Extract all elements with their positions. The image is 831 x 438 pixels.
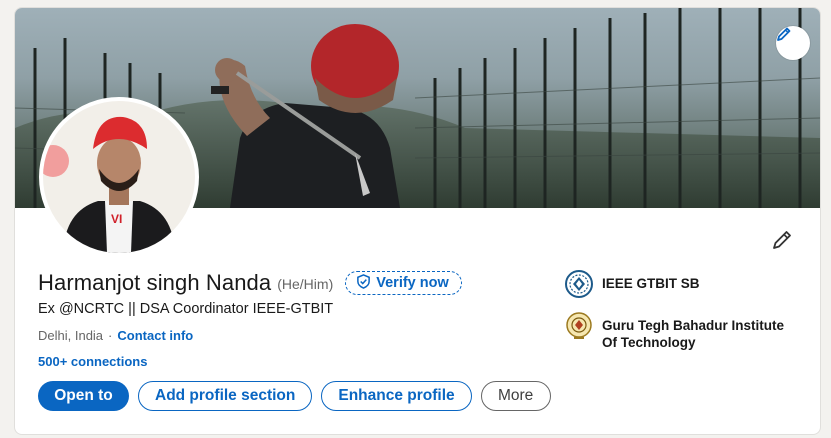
verify-button[interactable]: Verify now — [345, 271, 462, 295]
separator-dot: · — [108, 328, 113, 343]
profile-card: VI Harmanjot singh Nanda (He/Him) Verify… — [14, 7, 821, 435]
pronouns: (He/Him) — [277, 276, 334, 292]
action-buttons: Open to Add profile section Enhance prof… — [38, 381, 560, 411]
profile-edit-button[interactable] — [767, 227, 797, 257]
org-item-ieee[interactable]: IEEE GTBIT SB — [565, 270, 792, 298]
more-button[interactable]: More — [480, 381, 551, 411]
org-item-gtbit[interactable]: Guru Tegh Bahadur Institute Of Technolog… — [565, 312, 792, 351]
open-to-button[interactable]: Open to — [38, 381, 129, 411]
ieee-logo — [565, 270, 593, 298]
shield-check-icon — [356, 273, 376, 293]
organizations: IEEE GTBIT SB Guru Tegh Bahadur Institut… — [565, 270, 792, 365]
svg-text:VI: VI — [111, 212, 122, 226]
avatar-image: VI — [43, 101, 195, 253]
name-row: Harmanjot singh Nanda (He/Him) Verify no… — [38, 270, 462, 296]
profile-name: Harmanjot singh Nanda — [38, 270, 272, 295]
cover-edit-button[interactable] — [776, 26, 810, 60]
org-name: Guru Tegh Bahadur Institute Of Technolog… — [602, 318, 784, 350]
pencil-icon — [771, 229, 793, 256]
location-row: Delhi, India · Contact info — [38, 328, 193, 343]
enhance-profile-button[interactable]: Enhance profile — [321, 381, 472, 411]
headline: Ex @NCRTC || DSA Coordinator IEEE-GTBIT — [38, 301, 334, 317]
org-name: IEEE GTBIT SB — [602, 276, 700, 291]
verify-label: Verify now — [376, 275, 449, 291]
gtbit-logo — [565, 312, 593, 340]
connections-link[interactable]: 500+ connections — [38, 354, 147, 369]
add-profile-section-button[interactable]: Add profile section — [138, 381, 313, 411]
avatar[interactable]: VI — [39, 97, 199, 257]
contact-info-link[interactable]: Contact info — [117, 328, 193, 343]
location: Delhi, India — [38, 328, 104, 343]
